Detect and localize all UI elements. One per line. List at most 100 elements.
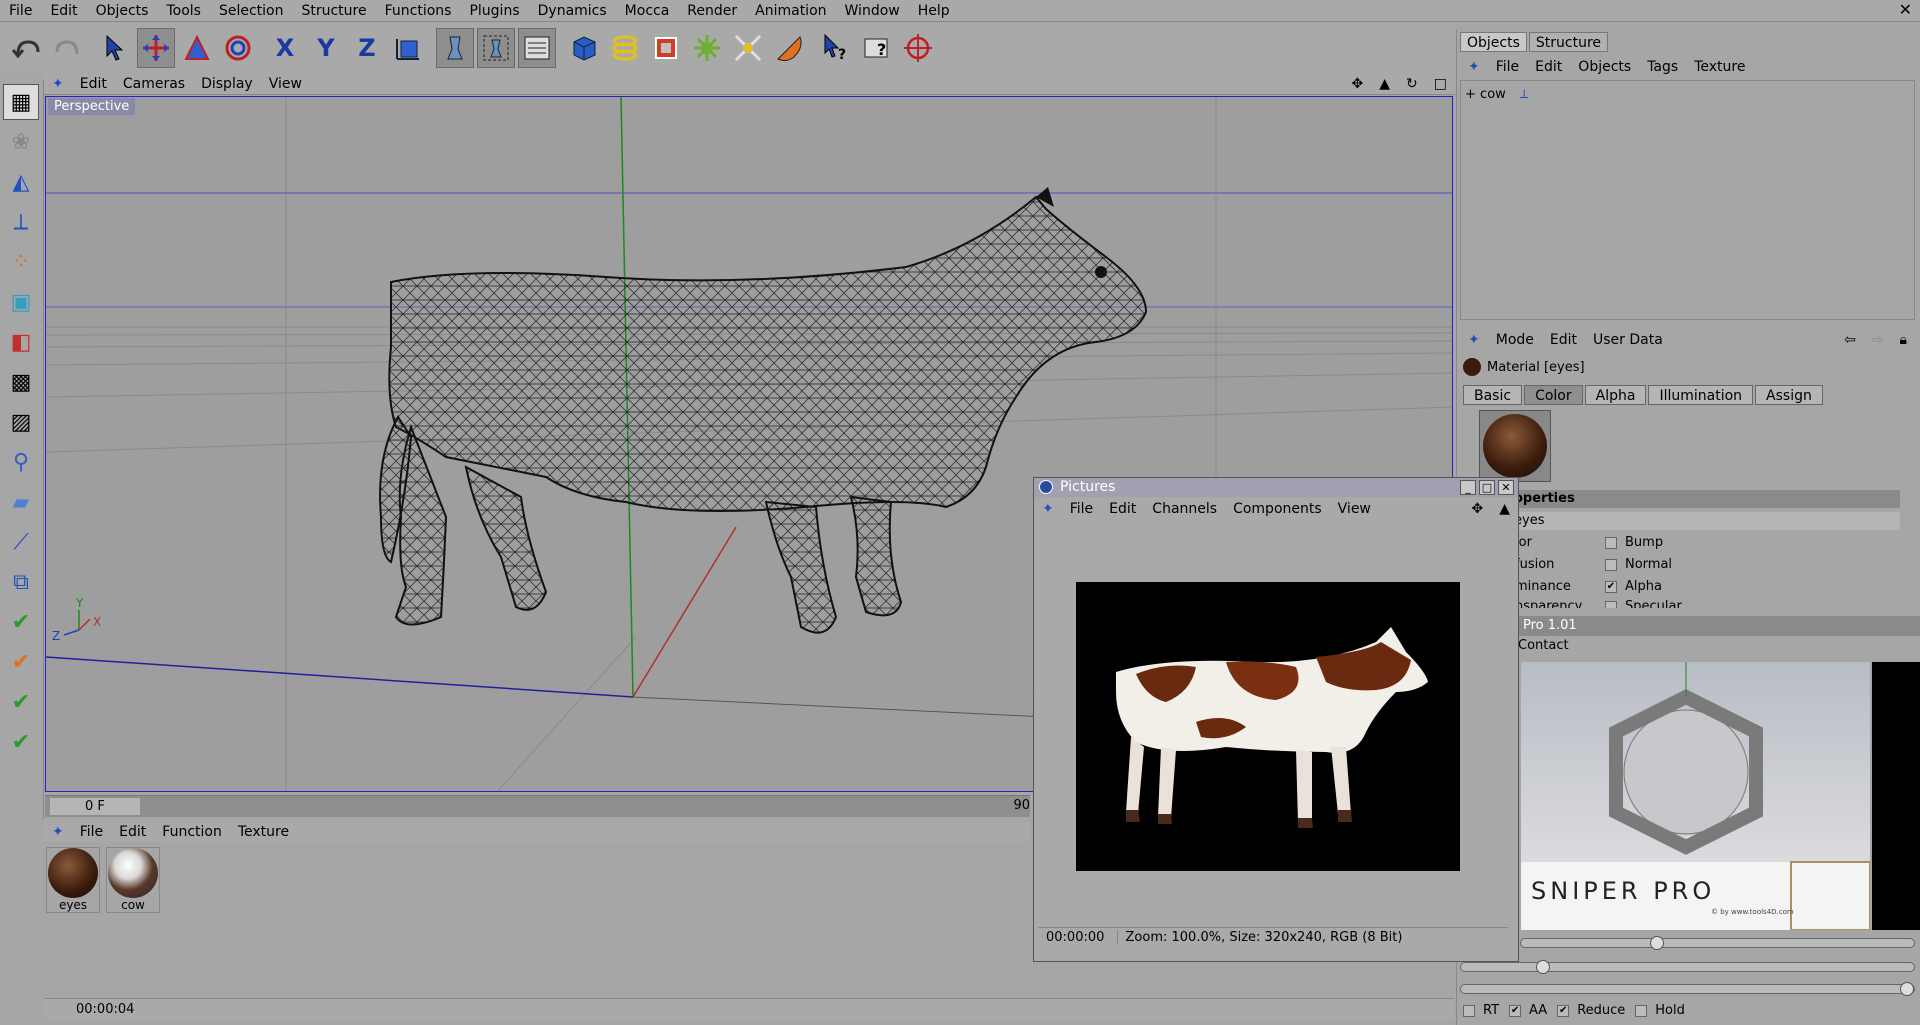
pictures-menu-channels[interactable]: Channels [1144,501,1225,517]
deformer-icon[interactable] [729,28,767,68]
help-pointer-icon[interactable]: ? [817,28,855,68]
material-menu-texture[interactable]: Texture [230,824,297,840]
viewport-zoom-icon[interactable]: ▲ [1371,76,1398,92]
properties-section[interactable]: operties [1510,490,1900,508]
timeline-slider[interactable]: 0 F 90 [45,795,1030,817]
prop-luminance[interactable]: minance [1515,578,1571,596]
spline-icon[interactable] [606,28,644,68]
render-region-icon[interactable] [477,28,515,68]
select-arrow-icon[interactable] [96,28,134,68]
prop-diffusion[interactable]: fusion [1515,556,1554,574]
plugin-slider-3[interactable] [1460,982,1915,996]
pictures-pin-icon[interactable]: ✦ [1034,501,1062,517]
pictures-menu-edit[interactable]: Edit [1101,501,1144,517]
help-icon[interactable]: ? [858,28,896,68]
menu-functions[interactable]: Functions [376,0,461,22]
object-row-cow[interactable]: + cow ⟂ [1465,87,1529,102]
undo-icon[interactable] [8,28,46,68]
material-menu-edit[interactable]: Edit [111,824,154,840]
material-menu-function[interactable]: Function [154,824,230,840]
animation-mode-icon[interactable]: ⧉ [3,564,39,600]
hold-checkbox[interactable] [1635,1004,1648,1017]
plugin-slider-3-knob[interactable] [1900,982,1914,996]
material-eyes[interactable]: eyes [46,847,100,913]
viewport-rotate-icon[interactable]: ↻ [1398,76,1426,92]
expand-icon[interactable]: + [1465,87,1476,102]
reduce-checkbox[interactable]: ✔ [1557,1004,1570,1017]
viewport-pin-icon[interactable]: ✦ [44,76,72,92]
objects-pin-icon[interactable]: ✦ [1460,59,1488,75]
brush-check-icon[interactable]: ✔ [3,604,39,640]
object-name[interactable]: cow [1480,87,1506,102]
specular-checkbox[interactable] [1605,600,1617,608]
objects-menu-objects[interactable]: Objects [1570,59,1639,75]
objects-menu-texture[interactable]: Texture [1686,59,1753,75]
y-axis-lock-icon[interactable]: Y [307,28,345,68]
normal-checkbox[interactable] [1605,558,1617,571]
object-axis-icon[interactable]: ◭ [3,164,39,200]
nurbs-icon[interactable] [647,28,685,68]
layout-icon[interactable]: ▦ [3,84,39,120]
edges-mode-icon[interactable]: ▣ [3,284,39,320]
texture-axis-icon[interactable]: ▨ [3,404,39,440]
tab-basic[interactable]: Basic [1463,385,1523,405]
prop-normal[interactable]: Normal [1605,556,1672,574]
plugin-contact[interactable]: Contact [1518,638,1569,653]
plugin-slider-1[interactable] [1520,936,1915,950]
material-menu-file[interactable]: File [72,824,111,840]
menu-file[interactable]: File [0,0,41,22]
forward-arrow-icon[interactable]: ⇨ [1864,332,1892,348]
objects-menu-file[interactable]: File [1488,59,1527,75]
lock-icon[interactable]: 🔒︎ [1892,332,1915,348]
attributes-pin-icon[interactable]: ✦ [1460,332,1488,348]
tab-color[interactable]: Color [1524,385,1583,405]
material-pin-icon[interactable]: ✦ [44,824,72,840]
aa-checkbox[interactable]: ✔ [1509,1004,1522,1017]
rendered-image[interactable] [1076,582,1460,871]
menu-window[interactable]: Window [836,0,909,22]
box-check-icon[interactable]: ✔ [3,644,39,680]
attributes-menu-edit[interactable]: Edit [1542,332,1585,348]
menu-animation[interactable]: Animation [746,0,835,22]
bone-icon[interactable]: ▰ [3,484,39,520]
back-arrow-icon[interactable]: ⇦ [1836,332,1864,348]
menu-render[interactable]: Render [678,0,746,22]
scale-icon[interactable] [178,28,216,68]
z-axis-lock-icon[interactable]: Z [348,28,386,68]
material-cow[interactable]: cow [106,847,160,913]
objects-menu-edit[interactable]: Edit [1527,59,1570,75]
bump-checkbox[interactable] [1605,536,1617,549]
viewport-menu-edit[interactable]: Edit [72,76,115,92]
attributes-menu-user-data[interactable]: User Data [1585,332,1671,348]
paint-check-icon[interactable]: ✔ [3,724,39,760]
move-icon[interactable] [137,28,175,68]
world-coordinates-icon[interactable] [389,28,427,68]
window-close-icon[interactable]: ✕ [1899,0,1912,19]
rt-checkbox[interactable] [1463,1004,1475,1017]
target-icon[interactable] [899,28,937,68]
ik-icon[interactable]: ⟋ [3,524,39,560]
pictures-window[interactable]: Pictures _ □ ✕ ✦ File Edit Channels Comp… [1033,477,1519,962]
joint-icon[interactable]: ⚲ [3,444,39,480]
minimize-icon[interactable]: _ [1460,480,1476,495]
texture-mode-icon[interactable]: ▩ [3,364,39,400]
tab-objects[interactable]: Objects [1460,32,1527,52]
modeling-icon[interactable] [688,28,726,68]
viewport-maximize-icon[interactable]: □ [1426,76,1455,92]
viewport-camera-label[interactable]: Perspective [48,98,136,115]
prop-transparency[interactable]: nsparency [1515,598,1582,608]
menu-edit[interactable]: Edit [41,0,86,22]
prop-bump[interactable]: Bump [1605,534,1663,552]
alpha-checkbox[interactable]: ✔ [1605,580,1617,593]
pictures-menu-file[interactable]: File [1062,501,1101,517]
redo-icon[interactable] [49,28,87,68]
tab-illumination[interactable]: Illumination [1648,385,1754,405]
pictures-titlebar[interactable]: Pictures _ □ ✕ [1034,478,1518,497]
maximize-icon[interactable]: □ [1479,480,1495,495]
name-field[interactable]: eyes [1510,512,1900,530]
axis-mode-icon[interactable]: ⟂ [3,204,39,240]
menu-structure[interactable]: Structure [292,0,375,22]
tool-check-icon[interactable]: ✔ [3,684,39,720]
plugin-slider-1-knob[interactable] [1649,936,1664,950]
tab-alpha[interactable]: Alpha [1584,385,1647,405]
